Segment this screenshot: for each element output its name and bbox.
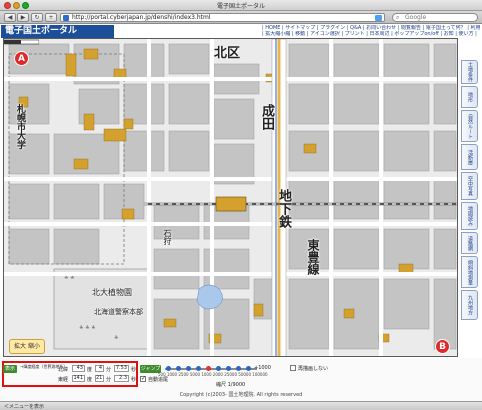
lon-sec-unit: 秒 bbox=[131, 377, 137, 383]
zoom-step-4[interactable] bbox=[196, 366, 201, 371]
label-subway: 地下鉄 bbox=[276, 189, 291, 228]
zoom-scale-labels: 500 1000 2500 5000 1000 2000 25000 50000… bbox=[158, 372, 268, 377]
address-url[interactable]: http://portal.cyberjapan.jp/denshi/index… bbox=[72, 14, 211, 21]
longitude-minutes-field[interactable]: 21 bbox=[95, 375, 104, 382]
zoom-step-7[interactable] bbox=[226, 366, 231, 371]
zoom-scale-label: 2500 bbox=[178, 372, 189, 377]
zoom-step-1[interactable] bbox=[166, 366, 171, 371]
zoom-step-current[interactable] bbox=[206, 366, 211, 371]
latitude-label: 北緯 bbox=[58, 367, 69, 373]
label-botanical-garden: 北大植物園 bbox=[92, 288, 132, 297]
zoom-scale-label: 500 bbox=[158, 372, 166, 377]
zoom-step-8[interactable] bbox=[236, 366, 241, 371]
label-ku: 北区 bbox=[214, 46, 241, 61]
favicon-icon bbox=[63, 15, 69, 21]
no-redraw-label: 再描画しない bbox=[298, 366, 329, 372]
lon-min-unit: 分 bbox=[106, 377, 112, 383]
copyright-text: Copyright (c)2003- 国土地理院. All rights res… bbox=[179, 392, 303, 398]
zoom-scale-label: 25000 bbox=[224, 372, 237, 377]
svg-text:♣ ♣ ♣: ♣ ♣ ♣ bbox=[79, 325, 96, 331]
longitude-degrees-field[interactable]: 141 bbox=[72, 375, 85, 382]
latitude-degrees-field[interactable]: 43 bbox=[72, 365, 85, 372]
display-button[interactable]: 表示 bbox=[3, 365, 17, 373]
address-bar[interactable]: http://portal.cyberjapan.jp/denshi/index… bbox=[60, 13, 385, 22]
zoom-step-6[interactable] bbox=[216, 366, 221, 371]
side-tab-6[interactable]: 地図読み bbox=[461, 202, 478, 230]
side-tab-9[interactable]: 九州地方 bbox=[461, 290, 478, 320]
site-logo[interactable]: 電子国土ポータル bbox=[1, 25, 114, 38]
forward-button[interactable]: ▶ bbox=[17, 13, 29, 22]
map-view[interactable]: ♣ ♣ ♣ ♣ ♣ ♣ A B 北区 札幌市大学 成田 地下鉄 東豊線 北大植物… bbox=[3, 38, 458, 357]
scale-bar bbox=[4, 39, 39, 45]
side-tab-1[interactable]: 土地条件 bbox=[461, 60, 478, 84]
menu-row-tools[interactable]: | 拡大縮小縮 | 移動 | アイコン選択 | プリント | 日本周辺 | ポッ… bbox=[262, 31, 480, 37]
lon-deg-unit: 度 bbox=[87, 377, 93, 383]
zoom-scale-label: 5000 bbox=[189, 372, 201, 377]
reload-button[interactable]: ↻ bbox=[31, 13, 43, 22]
marker-b[interactable]: B bbox=[435, 339, 450, 354]
lat-deg-unit: 度 bbox=[87, 367, 93, 373]
browser-toolbar: ◀ ▶ ↻ + http://portal.cyberjapan.jp/dens… bbox=[0, 11, 482, 24]
search-input[interactable] bbox=[405, 14, 475, 21]
zoom-step-2[interactable] bbox=[176, 366, 181, 371]
auto-track-checkbox[interactable] bbox=[140, 375, 146, 382]
side-tab-2[interactable]: 地形 bbox=[461, 86, 478, 108]
label-toho-line: 東豊線 bbox=[306, 239, 320, 275]
back-button[interactable]: ◀ bbox=[4, 13, 16, 22]
latitude-seconds-field[interactable]: 7.53 bbox=[114, 365, 129, 372]
marker-a[interactable]: A bbox=[14, 51, 29, 66]
window-title: 電子国土ポータル bbox=[216, 3, 265, 10]
side-tab-4[interactable]: 活断層 bbox=[461, 144, 478, 170]
label-police-hq: 北海道警察本部 bbox=[94, 308, 143, 316]
svg-text:♣: ♣ bbox=[114, 335, 118, 341]
latitude-minutes-field[interactable]: 4 bbox=[95, 365, 104, 372]
label-naru: 成田 bbox=[259, 104, 274, 130]
zoom-scale-label: 50000 bbox=[238, 372, 252, 377]
zoom-scale-label: 1000 bbox=[166, 372, 178, 377]
map-zoom-control[interactable]: 拡大 縮小 bbox=[9, 339, 45, 354]
zoom-scale-label: 1000 bbox=[201, 372, 212, 377]
browser-statusbar: ＜メニューを表示 bbox=[0, 401, 482, 410]
rss-icon[interactable] bbox=[375, 15, 382, 21]
side-tabs: 土地条件 地形 自然ルート 活断層 空中写真 地図読み 道路網 傾斜地測量 九州… bbox=[461, 38, 479, 357]
longitude-label: 東経 bbox=[58, 377, 69, 383]
window-titlebar: 電子国土ポータル bbox=[0, 0, 482, 11]
add-bookmark-button[interactable]: + bbox=[45, 13, 57, 22]
zoom-step-9[interactable] bbox=[246, 366, 251, 371]
side-tab-5[interactable]: 空中写真 bbox=[461, 172, 478, 200]
zoom-extent: +1000 bbox=[254, 365, 271, 371]
zoom-step-3[interactable] bbox=[186, 366, 191, 371]
lat-sec-unit: 秒 bbox=[131, 367, 137, 373]
status-text: ＜メニューを表示 bbox=[4, 404, 45, 410]
map-canvas[interactable]: ♣ ♣♣ ♣ ♣♣ bbox=[4, 39, 458, 357]
search-bar[interactable]: ⌕ bbox=[392, 13, 478, 22]
no-redraw-checkbox[interactable] bbox=[290, 365, 296, 371]
zoom-scale-label: 2000 bbox=[212, 372, 223, 377]
side-tab-3[interactable]: 自然ルート bbox=[461, 110, 478, 142]
search-icon: ⌕ bbox=[396, 14, 400, 21]
side-tab-8[interactable]: 傾斜地測量 bbox=[461, 256, 478, 288]
zoom-scale-label: 100000 bbox=[252, 372, 268, 377]
site-menu: | HOME | サイトマップ | プラグイン | Q&A | お問い合わせ |… bbox=[262, 25, 480, 37]
map-scale-text: 縮尺 1/9000 bbox=[216, 382, 246, 388]
auto-track-label: 自動追尾 bbox=[148, 377, 169, 383]
label-ishikari: 石狩 bbox=[163, 229, 172, 245]
longitude-seconds-field[interactable]: 2.3 bbox=[114, 375, 129, 382]
lat-min-unit: 分 bbox=[106, 367, 112, 373]
label-university: 札幌市大学 bbox=[15, 104, 25, 149]
side-tab-7[interactable]: 道路網 bbox=[461, 232, 478, 254]
